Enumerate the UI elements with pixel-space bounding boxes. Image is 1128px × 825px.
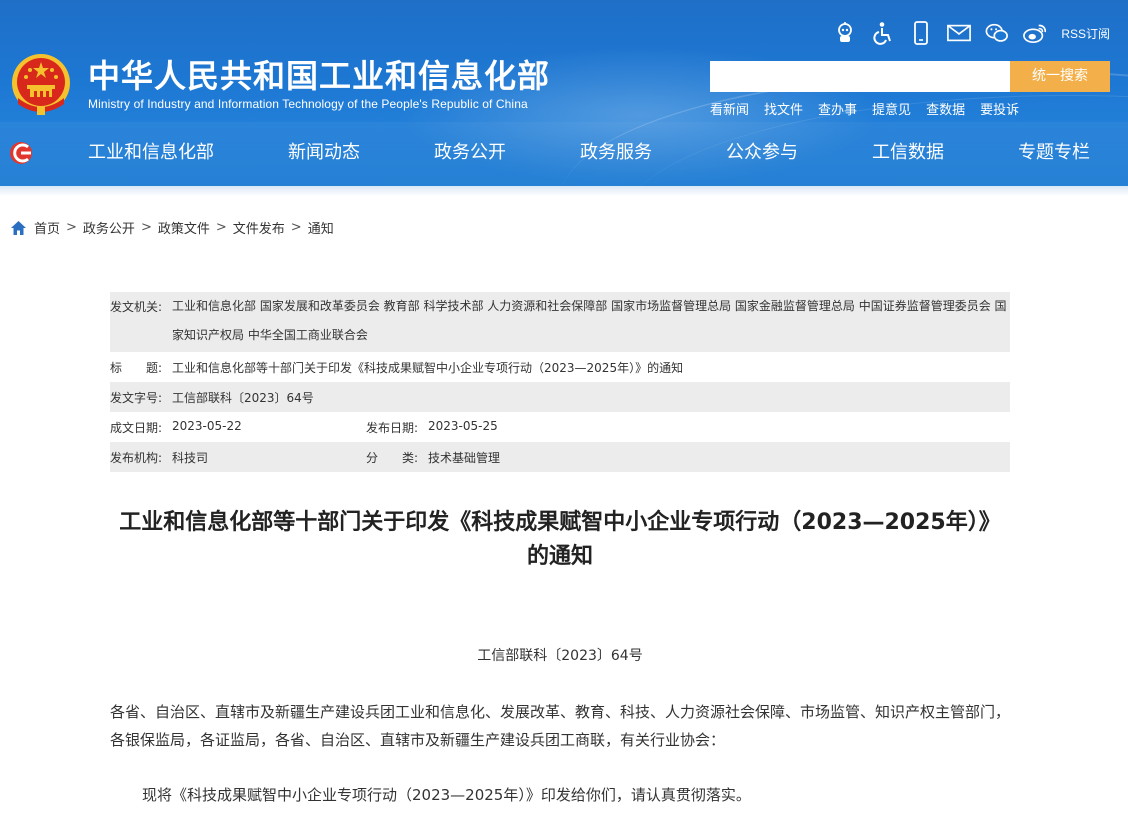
search-input[interactable] <box>710 61 1010 92</box>
breadcrumb-separator: > <box>140 220 152 235</box>
site-header: 中华人民共和国工业和信息化部 Ministry of Industry and … <box>0 0 1128 186</box>
quick-link-data[interactable]: 查数据 <box>926 99 965 118</box>
title-label: 标 题: <box>110 360 163 375</box>
quick-link-services[interactable]: 查办事 <box>818 99 857 118</box>
home-icon <box>11 220 26 235</box>
published-date-cell: 发布日期: 2023-05-25 <box>366 419 1010 436</box>
weibo-icon[interactable] <box>1023 21 1047 45</box>
meta-row-agency: 发布机构: 科技司 分 类: 技术基础管理 <box>110 442 1010 472</box>
quick-link-news[interactable]: 看新闻 <box>710 99 749 118</box>
agency-cell: 发布机构: 科技司 <box>110 449 366 466</box>
breadcrumb-home[interactable]: 首页 <box>34 218 60 237</box>
written-date-value: 2023-05-22 <box>172 418 242 433</box>
nav-item-ministry[interactable]: 工业和信息化部 <box>88 140 288 166</box>
ministry-logo-icon[interactable] <box>8 140 36 166</box>
article-title: 工业和信息化部等十部门关于印发《科技成果赋智中小企业专项行动（2023—2025… <box>119 510 1001 569</box>
rss-link[interactable]: RSS订阅 <box>1061 25 1110 42</box>
written-date-label: 成文日期: <box>110 420 163 435</box>
search-button[interactable]: 统一搜索 <box>1010 61 1110 92</box>
breadcrumb-separator: > <box>290 220 302 235</box>
mobile-icon[interactable] <box>909 21 933 45</box>
title-value: 工业和信息化部等十部门关于印发《科技成果赋智中小企业专项行动（2023—2025… <box>172 360 684 375</box>
breadcrumb-policy-files[interactable]: 政策文件 <box>158 218 210 237</box>
accessibility-icon[interactable] <box>871 21 895 45</box>
article-doc-number: 工信部联科〔2023〕64号 <box>477 648 643 664</box>
agency-label: 发布机构: <box>110 450 163 465</box>
breadcrumb-gov-affairs[interactable]: 政务公开 <box>83 218 135 237</box>
docno-value: 工信部联科〔2023〕64号 <box>172 390 314 405</box>
category-label: 分 类: <box>366 450 419 465</box>
issuer-value: 工业和信息化部 国家发展和改革委员会 教育部 科学技术部 人力资源和社会保障部 … <box>172 299 1007 342</box>
wechat-icon[interactable] <box>985 21 1009 45</box>
national-emblem-icon[interactable] <box>10 52 72 116</box>
site-title: 中华人民共和国工业和信息化部 <box>88 57 551 95</box>
quick-link-feedback[interactable]: 提意见 <box>872 99 911 118</box>
nav-item-participation[interactable]: 公众参与 <box>726 140 872 166</box>
meta-row-issuer: 发文机关: 工业和信息化部 国家发展和改革委员会 教育部 科学技术部 人力资源和… <box>110 292 1010 352</box>
published-date-value: 2023-05-25 <box>428 418 498 433</box>
quick-links: 看新闻 找文件 查办事 提意见 查数据 要投诉 <box>710 99 1034 118</box>
breadcrumb-file-release[interactable]: 文件发布 <box>233 218 285 237</box>
mail-icon[interactable] <box>947 21 972 45</box>
quick-link-complaint[interactable]: 要投诉 <box>980 99 1019 118</box>
document-meta-table: 发文机关: 工业和信息化部 国家发展和改革委员会 教育部 科学技术部 人力资源和… <box>110 292 1010 472</box>
article-paragraph-body: 现将《科技成果赋智中小企业专项行动（2023—2025年）》印发给你们，请认真贯… <box>142 786 751 804</box>
category-value: 技术基础管理 <box>428 450 501 465</box>
written-date-cell: 成文日期: 2023-05-22 <box>110 419 366 436</box>
breadcrumb-separator: > <box>66 220 77 235</box>
robot-assistant-icon[interactable] <box>833 21 857 45</box>
site-subtitle: Ministry of Industry and Information Tec… <box>88 97 528 111</box>
breadcrumb-notice[interactable]: 通知 <box>308 218 334 237</box>
nav-item-services[interactable]: 政务服务 <box>580 140 726 166</box>
agency-value: 科技司 <box>172 450 209 465</box>
header-underband <box>0 186 1128 196</box>
docno-label: 发文字号: <box>110 390 163 405</box>
breadcrumb-separator: > <box>215 220 227 235</box>
category-cell: 分 类: 技术基础管理 <box>366 449 1010 466</box>
main-nav: 工业和信息化部 新闻动态 政务公开 政务服务 公众参与 工信数据 专题专栏 <box>88 140 1108 166</box>
nav-item-gov-affairs[interactable]: 政务公开 <box>434 140 580 166</box>
article-paragraph-addressees: 各省、自治区、直辖市及新疆生产建设兵团工业和信息化、发展改革、教育、科技、人力资… <box>110 703 1011 749</box>
nav-item-news[interactable]: 新闻动态 <box>288 140 434 166</box>
meta-row-title: 标 题: 工业和信息化部等十部门关于印发《科技成果赋智中小企业专项行动（2023… <box>110 352 1010 382</box>
issuer-label: 发文机关: <box>110 300 163 314</box>
quick-link-files[interactable]: 找文件 <box>764 99 803 118</box>
breadcrumb: 首页 > 政务公开 > 政策文件 > 文件发布 > 通知 <box>10 218 334 237</box>
meta-row-docno: 发文字号: 工信部联科〔2023〕64号 <box>110 382 1010 412</box>
nav-item-data[interactable]: 工信数据 <box>872 140 1018 166</box>
meta-row-dates: 成文日期: 2023-05-22 发布日期: 2023-05-25 <box>110 412 1010 442</box>
header-toolbar: RSS订阅 <box>819 20 1110 46</box>
nav-item-topics[interactable]: 专题专栏 <box>1018 140 1108 166</box>
published-date-label: 发布日期: <box>366 420 419 435</box>
